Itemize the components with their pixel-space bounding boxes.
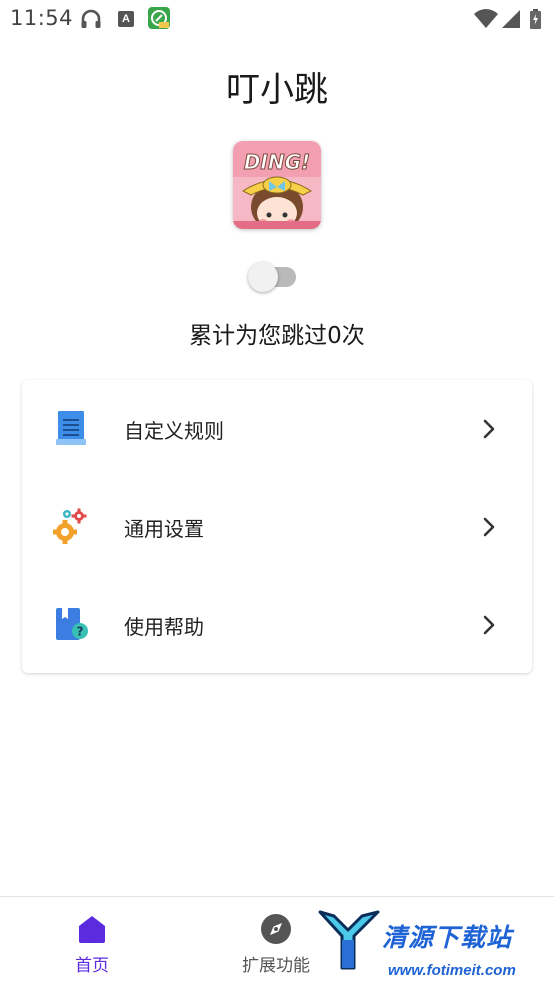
status-bar: 11:54 A xyxy=(0,0,554,38)
service-toggle-switch[interactable] xyxy=(248,260,300,294)
skip-count-text: 累计为您跳过0次 xyxy=(189,323,365,349)
battery-icon xyxy=(530,9,541,29)
headset-icon xyxy=(80,9,102,29)
rules-document-icon xyxy=(52,409,92,449)
chevron-right-icon xyxy=(482,418,496,440)
tab-home-label: 首页 xyxy=(75,956,109,976)
logo-text: DING! xyxy=(244,150,310,174)
menu-item-general-settings[interactable]: 通用设置 xyxy=(22,478,532,576)
app-notification-icon xyxy=(148,7,170,29)
menu-item-help[interactable]: ? 使用帮助 xyxy=(22,576,532,674)
watermark-url: www.fotimeit.com xyxy=(388,962,516,979)
menu-item-label: 通用设置 xyxy=(124,517,204,541)
menu-item-label: 使用帮助 xyxy=(124,615,204,639)
watermark-y-icon xyxy=(318,910,380,970)
a-badge-icon: A xyxy=(118,11,134,27)
compass-icon xyxy=(260,913,292,945)
menu-item-custom-rules[interactable]: 自定义规则 xyxy=(22,380,532,478)
menu-card: 自定义规则 通用设置 ? 使用帮助 xyxy=(22,380,532,673)
menu-item-label: 自定义规则 xyxy=(124,419,224,443)
home-icon xyxy=(76,913,108,945)
chevron-right-icon xyxy=(482,614,496,636)
app-title: 叮小跳 xyxy=(226,70,328,110)
signal-icon xyxy=(502,10,520,28)
wifi-icon xyxy=(474,9,498,29)
toggle-thumb xyxy=(248,262,278,292)
watermark-brand: 清源下载站 xyxy=(382,923,513,952)
svg-text:?: ? xyxy=(77,625,84,639)
tab-home[interactable]: 首页 xyxy=(12,897,172,984)
chevron-right-icon xyxy=(482,516,496,538)
help-book-icon: ? xyxy=(52,605,92,645)
watermark-logo: 清源下载站 www.fotimeit.com xyxy=(318,910,548,984)
status-time: 11:54 xyxy=(10,6,74,30)
gears-icon xyxy=(52,507,92,547)
app-logo: DING! xyxy=(233,141,321,229)
